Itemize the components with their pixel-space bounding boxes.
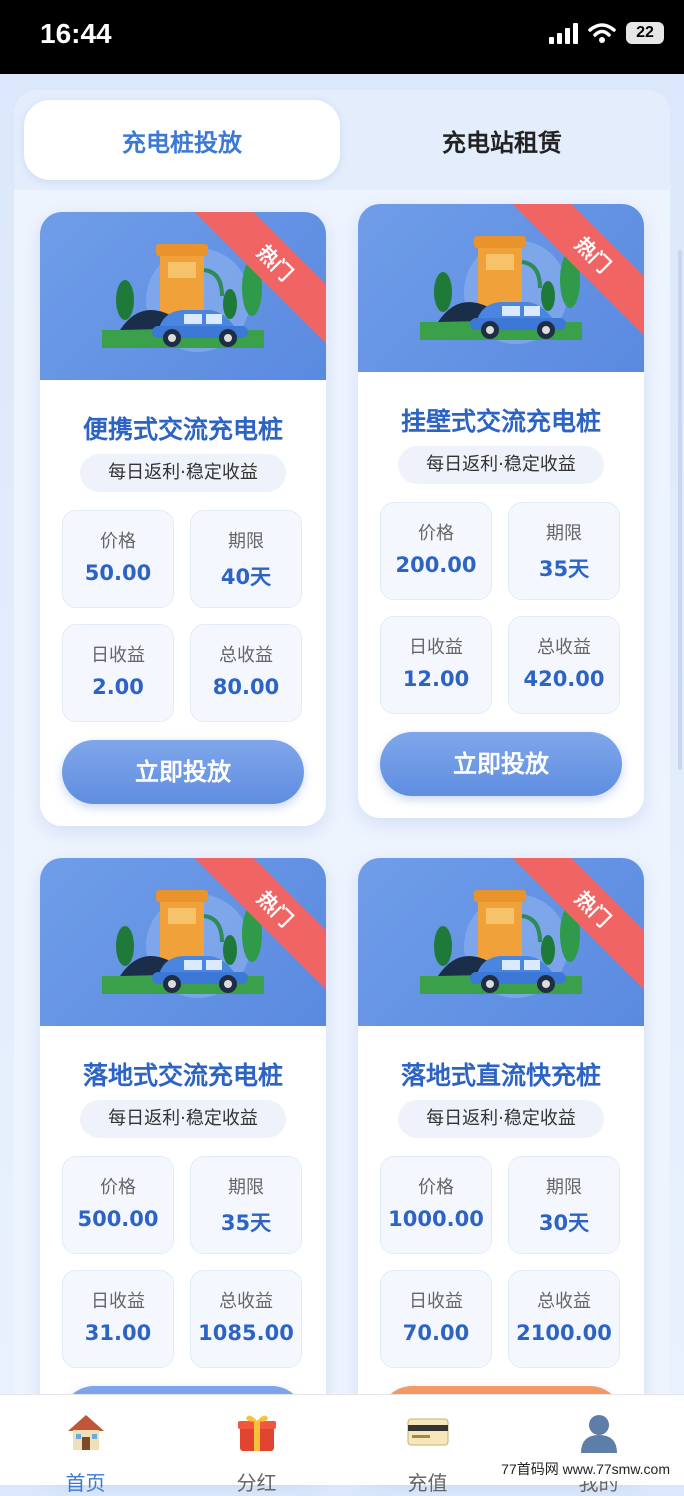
stat-daily-value: 2.00 xyxy=(92,675,144,699)
charger-illustration: 热门 xyxy=(358,858,644,1026)
stat-term-value: 35天 xyxy=(538,557,590,581)
stat-daily-label: 日收益 xyxy=(409,637,463,658)
stat-term: 期限 35天 xyxy=(190,1156,302,1254)
stat-daily-value: 12.00 xyxy=(402,667,470,691)
invest-button[interactable]: 立即投放 xyxy=(380,732,622,796)
nav-recharge-label: 充值 xyxy=(407,1471,448,1495)
stat-total-value: 1085.00 xyxy=(198,1321,294,1345)
stat-daily: 日收益 12.00 xyxy=(380,616,492,714)
stat-daily-label: 日收益 xyxy=(91,1291,145,1312)
nav-dividend-label: 分红 xyxy=(236,1471,277,1495)
product-card[interactable]: 热门 落地式交流充电桩 每日返利·稳定收益 价格 500.00 期限 35天 日… xyxy=(40,858,326,1478)
stat-price-label: 价格 xyxy=(100,1177,136,1198)
stat-term: 期限 35天 xyxy=(508,502,620,600)
stat-price-label: 价格 xyxy=(100,531,136,552)
battery-icon: 22 xyxy=(626,22,664,44)
stat-term-label: 期限 xyxy=(546,1177,582,1198)
nav-home-label: 首页 xyxy=(65,1471,106,1495)
gift-icon xyxy=(237,1415,276,1451)
stat-daily: 日收益 31.00 xyxy=(62,1270,174,1368)
stat-price: 价格 50.00 xyxy=(62,510,174,608)
status-icons: 22 xyxy=(549,22,664,44)
stat-total: 总收益 420.00 xyxy=(508,616,620,714)
stat-term-value: 30天 xyxy=(538,1211,590,1235)
product-title: 落地式交流充电桩 xyxy=(82,1061,283,1090)
stat-price-value: 50.00 xyxy=(84,561,152,585)
charger-illustration: 热门 xyxy=(40,212,326,380)
status-bar: 16:44 22 xyxy=(0,0,684,74)
tab-bar: 充电桩投放 充电站租赁 xyxy=(14,90,670,190)
stat-price: 价格 500.00 xyxy=(62,1156,174,1254)
nav-recharge[interactable]: 充值 xyxy=(342,1395,513,1495)
stat-total: 总收益 80.00 xyxy=(190,624,302,722)
product-title: 落地式直流快充桩 xyxy=(400,1061,601,1090)
status-time: 16:44 xyxy=(40,18,112,49)
charger-illustration: 热门 xyxy=(358,204,644,372)
wifi-icon xyxy=(588,23,616,43)
stat-term-value: 35天 xyxy=(220,1211,272,1235)
stat-total: 总收益 2100.00 xyxy=(508,1270,620,1368)
stat-price: 价格 1000.00 xyxy=(380,1156,492,1254)
stat-price-value: 500.00 xyxy=(77,1207,159,1231)
product-card[interactable]: 热门 落地式直流快充桩 每日返利·稳定收益 价格 1000.00 期限 30天 … xyxy=(358,858,644,1478)
stat-total-label: 总收益 xyxy=(537,637,591,658)
stat-total-value: 80.00 xyxy=(212,675,280,699)
stat-price-label: 价格 xyxy=(418,523,454,544)
stat-term-label: 期限 xyxy=(228,531,264,552)
product-card[interactable]: 热门 便携式交流充电桩 每日返利·稳定收益 价格 50.00 期限 40天 日收… xyxy=(40,212,326,826)
home-icon xyxy=(67,1415,104,1450)
watermark: 77首码网 www.77smw.com xyxy=(495,1457,676,1481)
stat-total-label: 总收益 xyxy=(219,1291,273,1312)
signal-icon xyxy=(549,22,578,44)
stat-term-label: 期限 xyxy=(546,523,582,544)
stat-daily-label: 日收益 xyxy=(409,1291,463,1312)
user-icon xyxy=(580,1415,617,1453)
nav-home[interactable]: 首页 xyxy=(0,1395,171,1495)
stat-term-label: 期限 xyxy=(228,1177,264,1198)
stat-price: 价格 200.00 xyxy=(380,502,492,600)
product-tag: 每日返利·稳定收益 xyxy=(398,446,604,484)
bottom-nav: 首页 分红 充值 我的 77首码网 www.77smw.com xyxy=(0,1394,684,1495)
stat-total-value: 2100.00 xyxy=(516,1321,612,1345)
stat-total-label: 总收益 xyxy=(537,1291,591,1312)
product-title: 便携式交流充电桩 xyxy=(82,415,283,444)
stat-price-value: 1000.00 xyxy=(388,1207,484,1231)
product-title: 挂壁式交流充电桩 xyxy=(400,407,601,436)
stat-daily: 日收益 2.00 xyxy=(62,624,174,722)
stat-daily-label: 日收益 xyxy=(91,645,145,666)
product-tag: 每日返利·稳定收益 xyxy=(80,454,286,492)
stat-term: 期限 40天 xyxy=(190,510,302,608)
invest-button[interactable]: 立即投放 xyxy=(62,740,304,804)
product-tag: 每日返利·稳定收益 xyxy=(398,1100,604,1138)
stat-total-label: 总收益 xyxy=(219,645,273,666)
card-icon xyxy=(407,1418,448,1446)
product-tag: 每日返利·稳定收益 xyxy=(80,1100,286,1138)
product-card[interactable]: 热门 挂壁式交流充电桩 每日返利·稳定收益 价格 200.00 期限 35天 日… xyxy=(358,204,644,818)
charger-illustration: 热门 xyxy=(40,858,326,1026)
stat-price-value: 200.00 xyxy=(395,553,477,577)
stat-term: 期限 30天 xyxy=(508,1156,620,1254)
stat-daily: 日收益 70.00 xyxy=(380,1270,492,1368)
scrollbar[interactable] xyxy=(678,250,682,770)
stat-term-value: 40天 xyxy=(220,565,272,589)
stat-total: 总收益 1085.00 xyxy=(190,1270,302,1368)
stat-total-value: 420.00 xyxy=(523,667,605,691)
tab-charger-placement[interactable]: 充电桩投放 xyxy=(24,100,340,180)
stat-price-label: 价格 xyxy=(418,1177,454,1198)
nav-dividend[interactable]: 分红 xyxy=(171,1395,342,1495)
tab-station-rental[interactable]: 充电站租赁 xyxy=(344,100,660,180)
stat-daily-value: 70.00 xyxy=(402,1321,470,1345)
stat-daily-value: 31.00 xyxy=(84,1321,152,1345)
